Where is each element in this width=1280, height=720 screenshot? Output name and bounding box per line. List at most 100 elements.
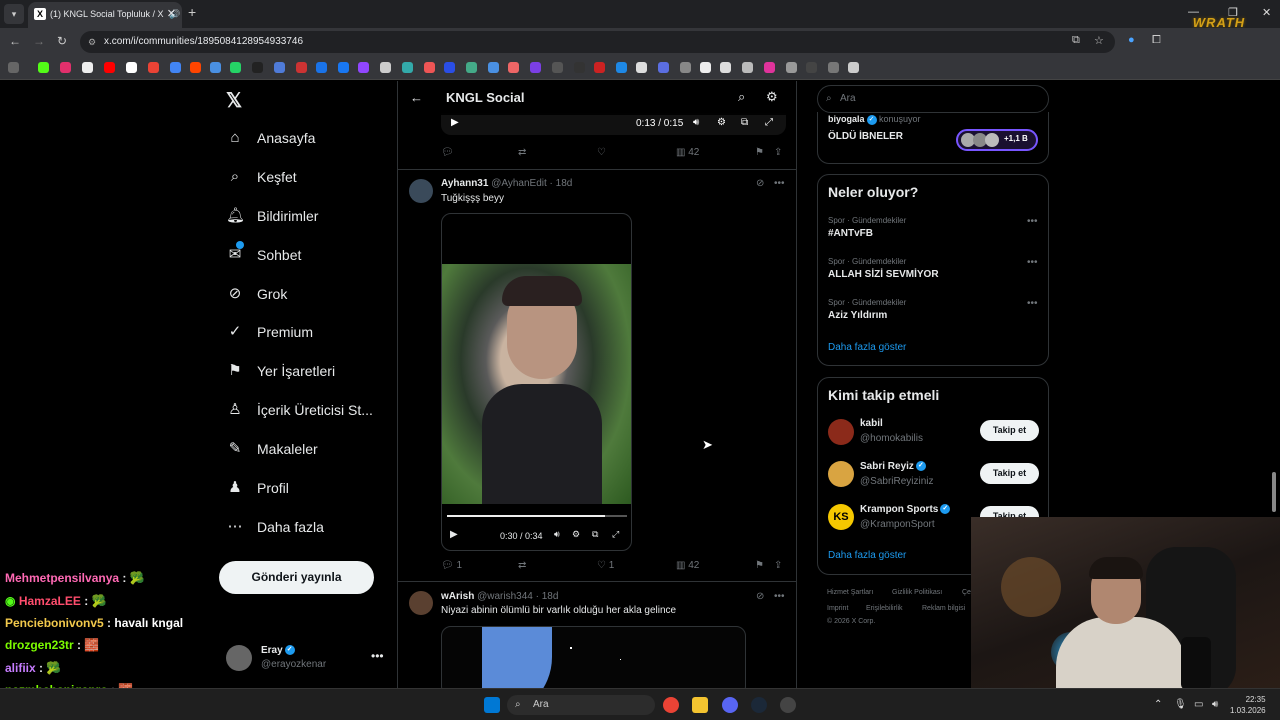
avatar[interactable]: [828, 419, 854, 445]
volume-icon[interactable]: 🔊︎: [1212, 699, 1218, 710]
system-clock[interactable]: 22:35 1.03.2026: [1230, 694, 1266, 716]
new-tab-button[interactable]: +: [188, 4, 196, 20]
bookmark-icon-13[interactable]: [296, 62, 307, 73]
sidebar-item-explore[interactable]: ⌕ Keşfet: [226, 163, 297, 191]
search-icon[interactable]: ⌕: [738, 89, 745, 105]
share-icon[interactable]: ⇪: [774, 560, 782, 571]
bookmark-icon-30[interactable]: [658, 62, 669, 73]
close-tab-icon[interactable]: ✕: [167, 2, 176, 26]
bookmark-facebook-icon[interactable]: [338, 62, 349, 73]
bookmark-icon-12[interactable]: [274, 62, 285, 73]
bookmark-whatsapp-icon[interactable]: [230, 62, 241, 73]
bookmark-icon[interactable]: ⚑: [755, 560, 764, 571]
microphone-icon[interactable]: 🎙︎: [1174, 699, 1187, 710]
bookmark-icon-14[interactable]: [316, 62, 327, 73]
chrome-icon[interactable]: [663, 697, 679, 713]
file-explorer-icon[interactable]: [692, 697, 708, 713]
tab-search-button[interactable]: ▾: [4, 4, 24, 24]
bookmark-icon-21[interactable]: [466, 62, 477, 73]
sidebar-item-home[interactable]: ⌂ Anasayfa: [226, 124, 315, 152]
trend-item[interactable]: #ANTvFB: [828, 228, 873, 239]
bookmark-instagram-icon[interactable]: [60, 62, 71, 73]
pip-icon[interactable]: ⧉: [741, 117, 748, 128]
volume-icon[interactable]: 🔊︎: [693, 117, 699, 128]
site-info-icon[interactable]: ⚙: [88, 31, 96, 53]
volume-icon[interactable]: 🔊︎: [554, 529, 560, 540]
bookmark-icon-24[interactable]: [530, 62, 541, 73]
star-icon[interactable]: ☆: [1094, 34, 1104, 47]
suggested-user-name[interactable]: kabil: [860, 418, 883, 429]
bookmark-gmail-icon[interactable]: [148, 62, 159, 73]
video-progress[interactable]: [447, 515, 627, 517]
bookmark-icon-36[interactable]: [786, 62, 797, 73]
bookmark-icon-28[interactable]: [616, 62, 627, 73]
taskbar-search[interactable]: ⌕ Ara: [507, 695, 655, 715]
follow-button[interactable]: Takip et: [980, 463, 1039, 484]
url-input[interactable]: ⚙ x.com/i/communities/189508412895493374…: [80, 31, 1115, 53]
post-author[interactable]: Ayhann31 @AyhanEdit · 18d: [441, 178, 572, 189]
footer-link[interactable]: Imprint: [827, 605, 848, 612]
reload-icon[interactable]: ↻: [57, 34, 67, 48]
bookmark-icon-31[interactable]: [680, 62, 691, 73]
footer-link[interactable]: Gizlilik Politikası: [892, 589, 942, 596]
post-media[interactable]: [441, 626, 746, 688]
more-dots-icon[interactable]: •••: [1027, 216, 1038, 227]
bookmark-icon-38[interactable]: [828, 62, 839, 73]
show-more-link[interactable]: Daha fazla göster: [828, 342, 906, 353]
suggested-user-name-row[interactable]: Krampon Sports ✓: [860, 504, 951, 515]
sidebar-item-creator-studio[interactable]: ♙ İçerik Üreticisi St...: [226, 396, 373, 424]
sidebar-item-premium[interactable]: ✓ Premium: [226, 318, 313, 346]
more-dots-icon[interactable]: •••: [371, 649, 384, 663]
settings-icon[interactable]: ⚙: [572, 529, 580, 540]
steam-icon[interactable]: [751, 697, 767, 713]
search-input[interactable]: ⌕ Ara: [817, 85, 1049, 113]
bookmark-icon-25[interactable]: [552, 62, 563, 73]
bookmark-icon-18[interactable]: [402, 62, 413, 73]
avatar[interactable]: [828, 461, 854, 487]
space-card[interactable]: biyogala ✓ konuşuyor ÖLDÜ İBNELER +1,1 B: [817, 112, 1049, 164]
footer-link[interactable]: Çe: [962, 589, 971, 596]
views-stat[interactable]: ▥ 42: [676, 560, 699, 571]
footer-link[interactable]: Reklam bilgisi: [922, 605, 965, 612]
trend-item[interactable]: Aziz Yıldırım: [828, 310, 887, 321]
discord-icon[interactable]: [722, 697, 738, 713]
extension-icon[interactable]: ●: [1128, 34, 1135, 46]
footer-link[interactable]: Erişilebilirlik: [866, 605, 903, 612]
bookmark-icon-34[interactable]: [742, 62, 753, 73]
fullscreen-icon[interactable]: ⤢: [765, 117, 773, 128]
pip-icon[interactable]: ⧉: [592, 529, 598, 540]
sidebar-item-chat[interactable]: ✉ Sohbet: [226, 241, 301, 269]
fullscreen-icon[interactable]: ⤢: [612, 529, 619, 540]
account-switcher[interactable]: Eray ✓ @erayozkenar •••: [226, 643, 386, 673]
bookmark-icon-33[interactable]: [720, 62, 731, 73]
puzzle-icon[interactable]: ⧠: [1152, 34, 1161, 47]
views-stat[interactable]: ▥ 42: [676, 147, 699, 158]
sidebar-item-profile[interactable]: ♟ Profil: [226, 474, 289, 502]
bookmark-icon-19[interactable]: [424, 62, 435, 73]
post-author[interactable]: wArish @warish344 · 18d: [441, 591, 558, 602]
bookmark-icon-29[interactable]: [636, 62, 647, 73]
space-listeners[interactable]: +1,1 B: [956, 129, 1038, 151]
sidebar-item-more[interactable]: ⋯ Daha fazla: [226, 513, 324, 541]
bookmark-icon-27[interactable]: [594, 62, 605, 73]
bookmark-youtube-icon[interactable]: [104, 62, 115, 73]
bookmark-icon[interactable]: ⚑: [755, 147, 764, 158]
more-dots-icon[interactable]: •••: [1027, 257, 1038, 268]
minimize-icon[interactable]: —: [1188, 6, 1199, 18]
display-icon[interactable]: ▭: [1194, 699, 1203, 710]
bookmark-icon-7[interactable]: [170, 62, 181, 73]
like-icon[interactable]: ♡: [597, 147, 606, 158]
play-icon[interactable]: ▶: [450, 529, 458, 540]
bookmark-reddit-icon[interactable]: [190, 62, 201, 73]
back-arrow-icon[interactable]: ←: [9, 34, 21, 48]
reply-stat[interactable]: 💬︎ 1: [441, 560, 462, 571]
maximize-icon[interactable]: ❐: [1228, 6, 1238, 19]
bookmark-icon-17[interactable]: [380, 62, 391, 73]
trend-item[interactable]: ALLAH SİZİ SEVMİYOR: [828, 269, 939, 280]
chevron-up-icon[interactable]: ⌃: [1154, 699, 1162, 710]
bookmark-icon-37[interactable]: [806, 62, 817, 73]
cast-icon[interactable]: ⧉: [1072, 34, 1080, 47]
post-button[interactable]: Gönderi yayınla: [219, 561, 374, 594]
bookmark-x-icon[interactable]: [82, 62, 93, 73]
more-dots-icon[interactable]: •••: [774, 591, 785, 602]
